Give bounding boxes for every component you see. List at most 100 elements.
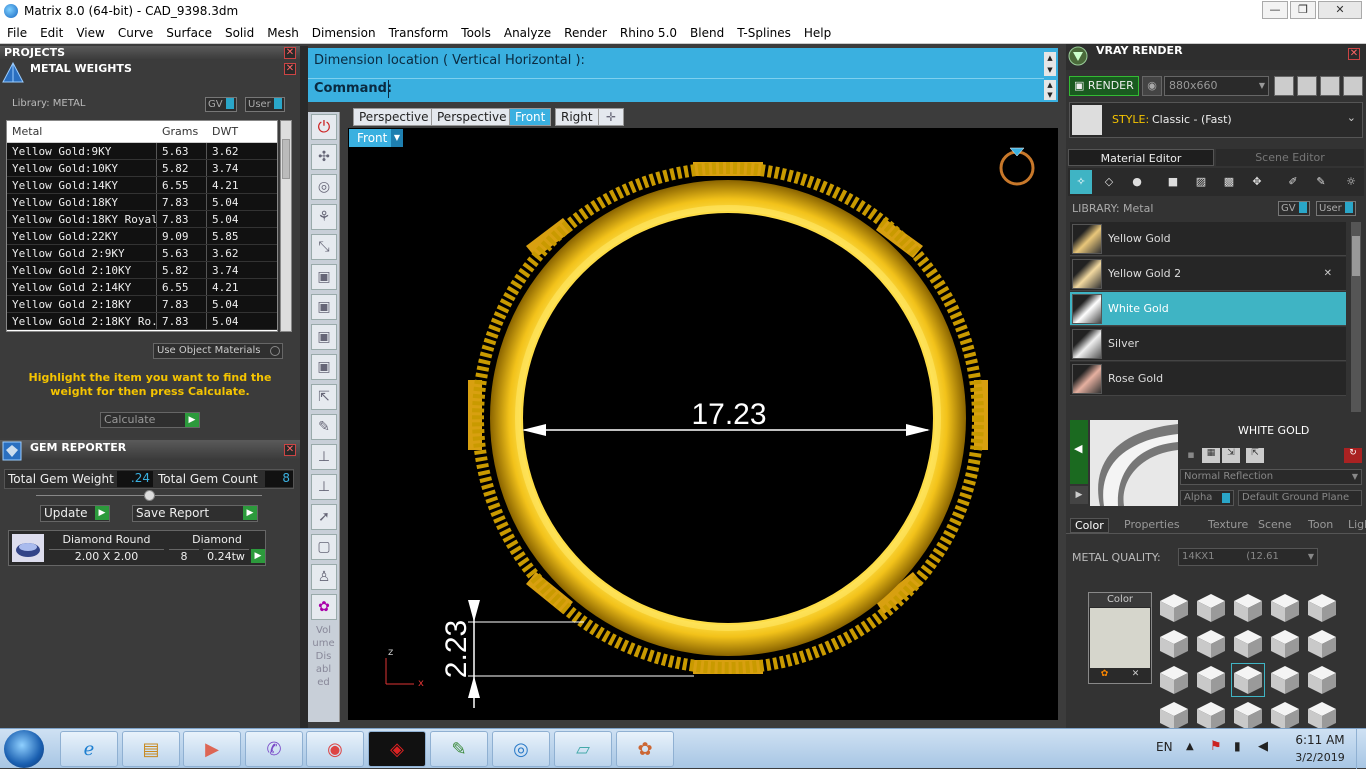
update-button[interactable]: Update ▶ <box>40 505 110 522</box>
tab-scene[interactable]: Scene <box>1254 518 1296 531</box>
tab-light[interactable]: Light <box>1344 518 1366 531</box>
pattern-type-icon[interactable]: ▨ <box>1190 170 1212 194</box>
material-item[interactable]: Yellow Gold <box>1070 222 1346 256</box>
material-item[interactable]: White Gold <box>1070 292 1346 326</box>
sphere-type-icon[interactable]: ● <box>1126 170 1148 194</box>
box-top-icon[interactable]: ▣ <box>311 354 337 380</box>
pointer-icon[interactable]: ➚ <box>311 504 337 530</box>
table-row[interactable]: Yellow Gold 2:9KY 5.63 3.62 <box>7 245 277 262</box>
nodes-icon[interactable]: ⚘ <box>311 204 337 230</box>
calculate-button[interactable]: Calculate ▶ <box>100 412 200 428</box>
paint-type-icon[interactable]: ✎ <box>1310 170 1332 194</box>
texture-type-icon[interactable]: ▩ <box>1218 170 1240 194</box>
box-icon[interactable]: ▣ <box>311 264 337 290</box>
metal-type-icon[interactable]: ✧ <box>1070 170 1092 194</box>
network-icon[interactable]: ▮ <box>1234 739 1241 753</box>
volume-icon[interactable]: ◀ <box>1258 739 1268 754</box>
notes-taskbar-icon[interactable]: ▱ <box>554 731 612 767</box>
clear-color-icon[interactable]: ✕ <box>1120 669 1151 683</box>
command-input[interactable] <box>388 80 389 98</box>
refresh-icon[interactable]: ↻ <box>1344 448 1362 463</box>
material-swatch[interactable] <box>1231 663 1265 697</box>
menu-item[interactable]: Mesh <box>260 26 305 40</box>
preview-next-button[interactable]: ▶ <box>1070 486 1088 504</box>
table-row[interactable]: Yellow Gold:10KY 5.82 3.74 <box>7 160 277 177</box>
plain-type-icon[interactable]: ■ <box>1162 170 1184 194</box>
user-toggle[interactable]: User <box>1316 201 1356 216</box>
panel-splitter[interactable] <box>300 46 308 728</box>
app-taskbar-icon[interactable]: ✎ <box>430 731 488 767</box>
close-icon[interactable]: ✕ <box>284 63 296 75</box>
window-icon[interactable]: ▢ <box>311 534 337 560</box>
material-swatch[interactable] <box>1306 664 1338 696</box>
table-row[interactable]: Yellow Gold 2:10KY 5.82 3.74 <box>7 262 277 279</box>
material-swatch[interactable] <box>1232 592 1264 624</box>
matrix-taskbar-icon[interactable]: ◈ <box>368 731 426 767</box>
close-button[interactable]: ✕ <box>1318 1 1362 19</box>
gumball-relative-icon[interactable]: ⊥ <box>311 474 337 500</box>
material-list[interactable]: Yellow Gold Yellow Gold 2 ✕ White Gold Silve… <box>1070 222 1352 412</box>
show-desktop-button[interactable] <box>1356 729 1366 769</box>
material-swatch[interactable] <box>1158 664 1190 696</box>
light-type-icon[interactable]: ☼ <box>1340 170 1362 194</box>
menu-item[interactable]: Surface <box>159 26 218 40</box>
history-scroll[interactable]: ▲ ▼ <box>1044 52 1056 76</box>
tab-material-editor[interactable]: Material Editor <box>1068 149 1214 166</box>
import-icon[interactable]: ⇲ <box>1222 448 1240 463</box>
explorer-taskbar-icon[interactable]: ▤ <box>122 731 180 767</box>
box-side-icon[interactable]: ▣ <box>311 324 337 350</box>
material-swatch[interactable] <box>1269 592 1301 624</box>
clock-date[interactable]: 3/2/2019 <box>1290 751 1350 764</box>
power-icon[interactable]: ⏻ <box>311 114 337 140</box>
menu-item[interactable]: File <box>0 26 33 40</box>
camera-icon[interactable]: ◉ <box>1142 76 1162 96</box>
rewind-icon[interactable]: ◀◀ <box>1274 76 1294 96</box>
clock-time[interactable]: 6:11 AM <box>1290 733 1350 747</box>
metal-weights-table[interactable]: Metal Grams DWT Yellow Gold:9KY 5.63 3.62 Yel… <box>6 120 278 332</box>
menu-item[interactable]: Analyze <box>497 26 557 40</box>
material-swatch[interactable] <box>1158 592 1190 624</box>
media-taskbar-icon[interactable]: ▶ <box>183 731 241 767</box>
save-report-button[interactable]: Save Report ▶ <box>132 505 258 522</box>
box-front-icon[interactable]: ▣ <box>311 294 337 320</box>
resolution-select[interactable]: 880x660 ▼ <box>1164 76 1269 96</box>
material-list-scrollbar[interactable] <box>1351 222 1361 412</box>
chrome-taskbar-icon[interactable]: ◉ <box>306 731 364 767</box>
tile-type-icon[interactable]: ✥ <box>1246 170 1268 194</box>
remove-icon[interactable]: ✕ <box>1324 268 1332 279</box>
column-header[interactable]: Grams <box>157 121 207 142</box>
tray-expand-icon[interactable]: ▲ <box>1186 741 1194 752</box>
figure-icon[interactable]: ♙ <box>311 564 337 590</box>
menu-item[interactable]: T-Splines <box>730 26 797 40</box>
table-row[interactable]: Yellow Gold:18KY 7.83 5.04 <box>7 194 277 211</box>
color-picker[interactable]: Color ✿ ✕ <box>1088 592 1152 684</box>
menu-item[interactable]: Curve <box>111 26 159 40</box>
close-icon[interactable]: ✕ <box>284 47 296 59</box>
menu-item[interactable]: Dimension <box>305 26 382 40</box>
close-icon[interactable]: ✕ <box>284 444 296 456</box>
tab-perspective-1[interactable]: Perspective <box>353 108 435 126</box>
table-scrollbar[interactable] <box>280 120 292 332</box>
vray-taskbar-icon[interactable]: ◎ <box>492 731 550 767</box>
material-swatch[interactable] <box>1195 628 1227 660</box>
material-swatch[interactable] <box>1269 664 1301 696</box>
user-toggle[interactable]: User <box>245 97 285 112</box>
use-object-materials-toggle[interactable]: Use Object Materials <box>153 343 283 359</box>
move-icon[interactable]: ⤡ <box>311 234 337 260</box>
puzzle-icon[interactable]: ✿ <box>311 594 337 620</box>
tab-color[interactable]: Color <box>1070 518 1109 533</box>
gem-row[interactable]: Diamond Round 2.00 X 2.00 Diamond 8 0.24… <box>8 530 266 566</box>
brush-type-icon[interactable]: ✐ <box>1282 170 1304 194</box>
frame-icon[interactable]: ▦ <box>1297 76 1317 96</box>
export-icon[interactable]: ⇱ <box>1246 448 1264 463</box>
column-header[interactable]: DWT <box>207 121 277 142</box>
viber-taskbar-icon[interactable]: ✆ <box>245 731 303 767</box>
tab-perspective-2[interactable]: Perspective <box>431 108 513 126</box>
menu-item[interactable]: Edit <box>33 26 69 40</box>
table-row[interactable]: Yellow Gold 2:18KY 7.83 5.04 <box>7 296 277 313</box>
pen-icon[interactable]: ✎ <box>311 414 337 440</box>
table-row[interactable]: Yellow Gold:14KY 6.55 4.21 <box>7 177 277 194</box>
minimize-button[interactable]: — <box>1262 1 1288 19</box>
scale-icon[interactable]: ⇱ <box>311 384 337 410</box>
gem-type-icon[interactable]: ◇ <box>1098 170 1120 194</box>
